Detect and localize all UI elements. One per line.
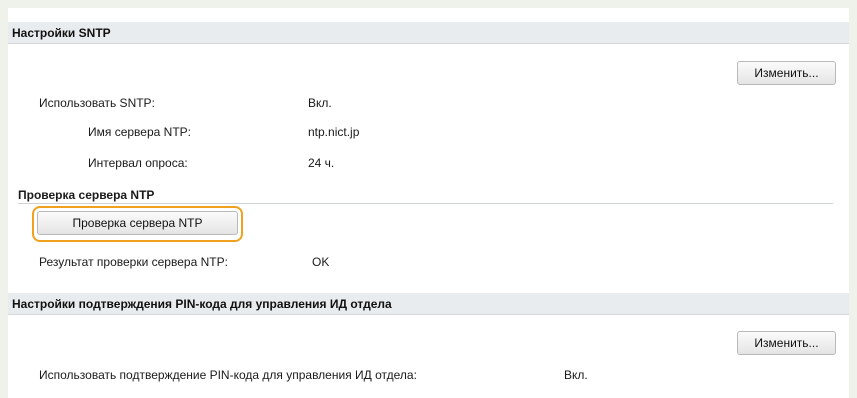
- sntp-section-header: Настройки SNTP: [8, 22, 849, 44]
- pin-edit-button[interactable]: Изменить...: [737, 331, 836, 355]
- use-pin-label: Использовать подтверждение PIN-кода для …: [39, 368, 417, 382]
- use-sntp-label: Использовать SNTP:: [39, 96, 155, 110]
- ntp-check-subtitle: Проверка сервера NTP: [18, 188, 155, 202]
- sntp-edit-button[interactable]: Изменить...: [737, 61, 836, 85]
- pin-section-header: Настройки подтверждения PIN-кода для упр…: [8, 293, 849, 315]
- use-sntp-value: Вкл.: [308, 96, 332, 110]
- poll-interval-value: 24 ч.: [308, 156, 335, 170]
- ntp-check-result-label: Результат проверки сервера NTP:: [39, 255, 228, 269]
- ntp-check-button[interactable]: Проверка сервера NTP: [37, 211, 238, 235]
- ntp-server-label: Имя сервера NTP:: [88, 125, 191, 139]
- ntp-server-value: ntp.nict.jp: [308, 125, 360, 139]
- use-pin-value: Вкл.: [564, 368, 588, 382]
- ntp-check-divider: [18, 203, 833, 204]
- poll-interval-label: Интервал опроса:: [88, 156, 188, 170]
- settings-panel: Настройки SNTP Изменить... Использовать …: [8, 8, 849, 398]
- ntp-check-result-value: OK: [312, 255, 330, 269]
